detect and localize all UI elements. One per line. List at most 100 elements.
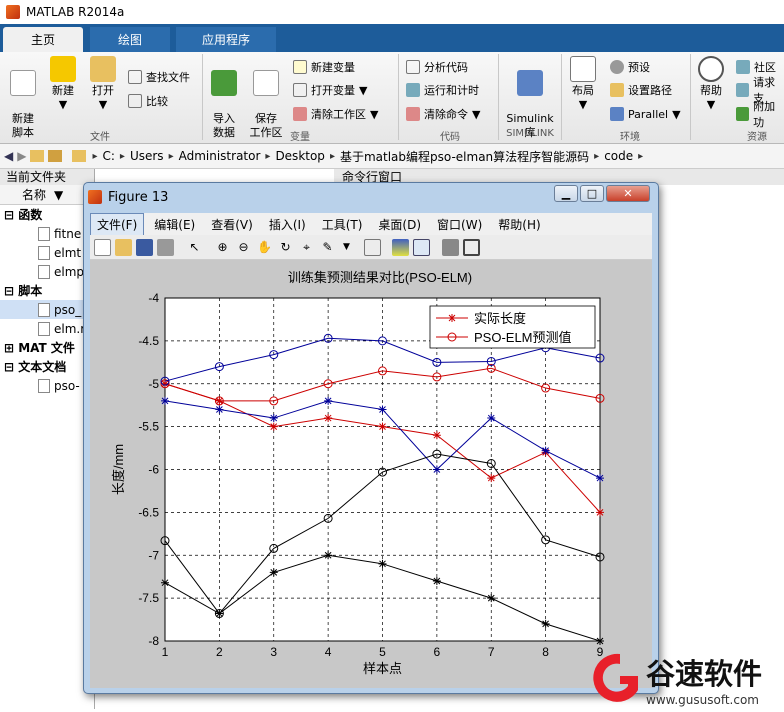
clear-workspace-button[interactable]: 清除工作区 ▼ xyxy=(293,105,378,123)
addons-button[interactable]: 附加功 xyxy=(736,100,784,129)
rotate-icon[interactable]: ↻ xyxy=(277,239,294,256)
crumb-code[interactable]: code xyxy=(604,149,633,163)
file-name: pso_ xyxy=(54,302,82,317)
star-marker xyxy=(324,396,333,405)
hide-tools-icon[interactable] xyxy=(442,239,459,256)
group-label: 文本文档 xyxy=(18,360,67,374)
list-item[interactable]: pso- xyxy=(0,376,94,395)
save-icon[interactable] xyxy=(136,239,153,256)
request-support-button[interactable]: 请求支 xyxy=(736,76,784,105)
up-folder-icon[interactable] xyxy=(30,150,45,162)
colorbar-icon[interactable] xyxy=(392,239,409,256)
minimize-button[interactable]: ▁ xyxy=(554,185,578,202)
new-variable-button[interactable]: 新建变量 xyxy=(293,58,355,76)
list-item[interactable]: elmp xyxy=(0,262,94,281)
list-item[interactable]: elmt xyxy=(0,243,94,262)
set-path-button[interactable]: 设置路径 xyxy=(610,81,672,99)
help-label: 帮助 xyxy=(700,84,722,97)
find-files-button[interactable]: 查找文件 xyxy=(128,68,190,86)
open-variable-button[interactable]: 打开变量 ▼ xyxy=(293,81,367,99)
analyze-code-button[interactable]: 分析代码 xyxy=(406,58,468,76)
preferences-button[interactable]: 预设 xyxy=(610,58,650,76)
menu-file[interactable]: 文件(F) xyxy=(90,212,145,236)
star-marker xyxy=(215,609,224,618)
layout-button[interactable]: 布局 ▼ xyxy=(566,56,600,112)
group-text-docs[interactable]: ⊟ 文本文档 xyxy=(0,357,94,376)
zoom-in-icon[interactable]: ⊕ xyxy=(214,239,231,256)
addons-label: 附加功 xyxy=(753,100,776,129)
star-marker xyxy=(378,405,387,414)
star-marker xyxy=(324,414,333,423)
compare-button[interactable]: 比较 xyxy=(128,92,168,110)
group-scripts[interactable]: ⊟ 脚本 xyxy=(0,281,94,300)
save-workspace-icon xyxy=(253,70,279,96)
separator xyxy=(202,54,203,140)
maximize-button[interactable]: □ xyxy=(580,185,604,202)
folder-icon xyxy=(90,56,116,82)
import-data-button[interactable]: 导入 数据 xyxy=(208,56,240,140)
crumb-desktop[interactable]: Desktop xyxy=(275,149,325,163)
column-header[interactable]: 名称 ▼ xyxy=(0,185,94,205)
menu-desktop[interactable]: 桌面(D) xyxy=(372,214,427,235)
list-item[interactable]: elm.r xyxy=(0,319,94,338)
pointer-icon[interactable]: ↖ xyxy=(186,239,203,256)
brush-icon[interactable]: ✎ xyxy=(319,239,336,256)
separator xyxy=(398,54,399,140)
open-button[interactable]: 打开 ▼ xyxy=(86,56,120,112)
help-button[interactable]: 帮助 ▼ xyxy=(696,56,726,112)
figure-toolbar: ↖ ⊕ ⊖ ✋ ↻ ⌖ ✎ ▼ xyxy=(90,235,652,260)
crumb-user[interactable]: Administrator xyxy=(179,149,261,163)
brush-dropdown-icon[interactable]: ▼ xyxy=(338,239,355,256)
tab-home[interactable]: 主页 xyxy=(3,27,83,52)
x-tick-label: 3 xyxy=(270,645,277,659)
run-and-time-button[interactable]: 运行和计时 xyxy=(406,81,479,99)
group-mat-files[interactable]: ⊞ MAT 文件 xyxy=(0,338,94,357)
watermark-logo: 谷速软件 www.gususoft.com xyxy=(593,653,762,707)
crumb-project[interactable]: 基于matlab编程pso-elman算法程序智能源码 xyxy=(340,148,589,165)
zoom-out-icon[interactable]: ⊖ xyxy=(235,239,252,256)
layout-icon xyxy=(570,56,596,82)
parallel-icon xyxy=(610,107,624,121)
menu-window[interactable]: 窗口(W) xyxy=(431,214,488,235)
show-tools-icon[interactable] xyxy=(463,239,480,256)
menu-insert[interactable]: 插入(I) xyxy=(263,214,312,235)
file-name: fitne xyxy=(54,226,82,241)
clear-commands-button[interactable]: 清除命令 ▼ xyxy=(406,105,480,123)
print-icon[interactable] xyxy=(157,239,174,256)
list-item[interactable]: pso_ xyxy=(0,300,94,319)
legend-icon[interactable] xyxy=(413,239,430,256)
menu-view[interactable]: 查看(V) xyxy=(205,214,259,235)
data-cursor-icon[interactable]: ⌖ xyxy=(298,239,315,256)
new-button[interactable]: 新建 ▼ xyxy=(46,56,80,112)
open-file-icon[interactable] xyxy=(115,239,132,256)
star-marker xyxy=(161,396,169,405)
new-figure-icon[interactable] xyxy=(94,239,111,256)
parallel-button[interactable]: Parallel ▼ xyxy=(610,105,681,123)
star-marker xyxy=(432,431,441,440)
star-marker xyxy=(161,578,169,587)
new-script-label: 新建 脚本 xyxy=(12,112,34,139)
crumb-drive[interactable]: C: xyxy=(103,149,115,163)
menu-tools[interactable]: 工具(T) xyxy=(316,214,369,235)
pan-icon[interactable]: ✋ xyxy=(256,239,273,256)
menu-edit[interactable]: 编辑(E) xyxy=(148,214,201,235)
close-button[interactable]: ✕ xyxy=(606,185,650,202)
browse-folder-icon[interactable] xyxy=(48,150,63,162)
star-marker xyxy=(269,422,278,431)
group-label: MAT 文件 xyxy=(18,341,75,355)
menu-help[interactable]: 帮助(H) xyxy=(492,214,546,235)
tab-plots[interactable]: 绘图 xyxy=(90,27,170,52)
group-functions[interactable]: ⊟ 函数 xyxy=(0,205,94,224)
figure-window: Figure 13 ▁ □ ✕ 文件(F) 编辑(E) 查看(V) 插入(I) … xyxy=(83,182,659,694)
list-item[interactable]: fitne xyxy=(0,224,94,243)
clear-workspace-label: 清除工作区 xyxy=(311,108,366,121)
new-script-button[interactable]: 新建 脚本 xyxy=(6,56,40,140)
forward-icon[interactable]: ▶ xyxy=(17,149,26,163)
link-plot-icon[interactable] xyxy=(364,239,381,256)
tab-apps[interactable]: 应用程序 xyxy=(176,27,276,52)
section-file: 文件 xyxy=(90,132,110,143)
crumb-users[interactable]: Users xyxy=(130,149,164,163)
back-icon[interactable]: ◀ xyxy=(4,149,13,163)
x-tick-label: 4 xyxy=(325,645,332,659)
section-resources: 资源 xyxy=(747,132,767,143)
